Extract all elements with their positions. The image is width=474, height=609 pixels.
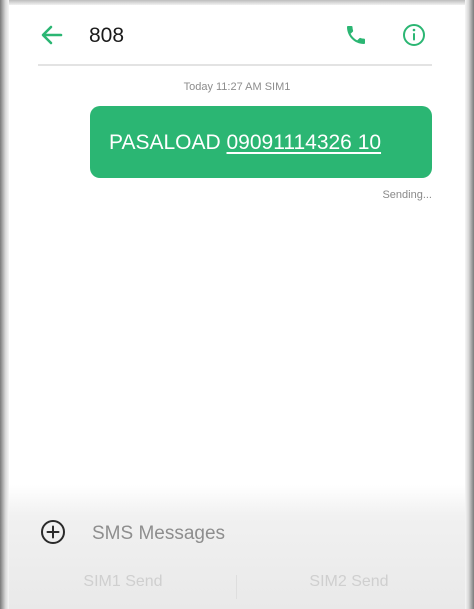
- message-input[interactable]: [92, 520, 422, 548]
- conversation-title: 808: [89, 24, 125, 47]
- sim2-send-button[interactable]: SIM2 Send: [259, 573, 439, 591]
- message-keyword: PASALOAD: [109, 131, 227, 154]
- phone-number-link[interactable]: 09091114326 10: [227, 131, 382, 154]
- conversation-header: 808: [9, 5, 465, 63]
- add-attachment-icon[interactable]: [40, 519, 66, 545]
- sent-message-bubble[interactable]: PASALOAD 09091114326 10: [90, 106, 432, 178]
- sim-send-divider: [236, 575, 237, 599]
- info-circle-icon[interactable]: [402, 23, 426, 47]
- message-timestamp: Today 11:27 AM SIM1: [183, 81, 291, 93]
- header-divider: [38, 64, 432, 66]
- message-send-status: Sending...: [382, 189, 432, 201]
- phone-icon[interactable]: [344, 23, 368, 47]
- back-arrow-icon[interactable]: [39, 22, 65, 48]
- sim1-send-button[interactable]: SIM1 Send: [33, 573, 213, 591]
